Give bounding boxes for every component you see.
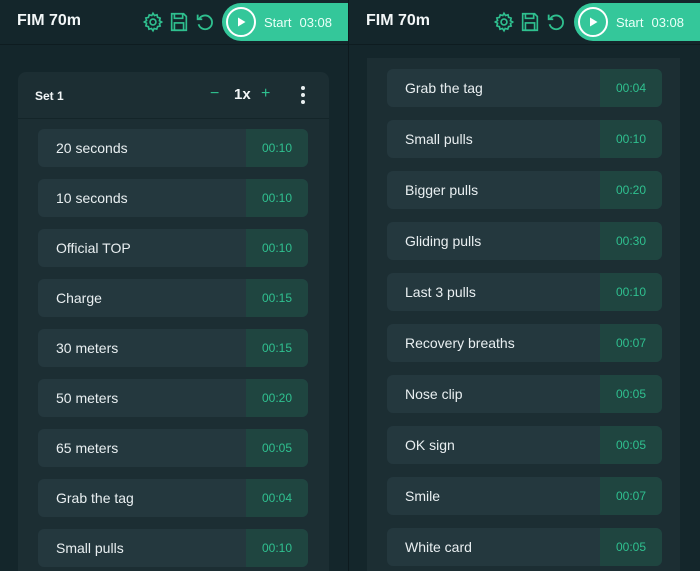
step-row[interactable]: 10 seconds 00:10	[38, 179, 308, 217]
step-name: 65 meters	[56, 440, 119, 456]
step-row[interactable]: Gliding pulls 00:30	[387, 222, 662, 260]
reset-icon[interactable]	[194, 11, 216, 33]
step-row[interactable]: 50 meters 00:20	[38, 379, 308, 417]
step-duration[interactable]: 00:04	[246, 479, 308, 517]
start-button[interactable]: Start 03:08	[222, 3, 348, 41]
decrease-repeat-button[interactable]: −	[210, 86, 219, 102]
total-duration: 03:08	[651, 14, 685, 30]
step-row[interactable]: Small pulls 00:10	[38, 529, 308, 567]
step-duration[interactable]: 00:10	[246, 529, 308, 567]
step-duration[interactable]: 00:05	[600, 528, 662, 566]
right-panel: FIM 70m Start 03:08 Grab the tag 00:04 S…	[348, 0, 700, 571]
step-row[interactable]: White card 00:05	[387, 528, 662, 566]
step-duration[interactable]: 00:20	[246, 379, 308, 417]
step-row[interactable]: Bigger pulls 00:20	[387, 171, 662, 209]
top-bar: FIM 70m Start 03:08	[0, 0, 348, 45]
step-name: Bigger pulls	[405, 182, 479, 198]
step-duration[interactable]: 00:10	[600, 273, 662, 311]
step-duration[interactable]: 00:07	[600, 324, 662, 362]
set-title: Set 1	[35, 89, 64, 103]
more-vertical-icon[interactable]	[300, 86, 306, 106]
step-row[interactable]: Last 3 pulls 00:10	[387, 273, 662, 311]
settings-gear-icon[interactable]	[142, 11, 164, 33]
step-row[interactable]: Nose clip 00:05	[387, 375, 662, 413]
step-row[interactable]: Grab the tag 00:04	[38, 479, 308, 517]
step-name: 20 seconds	[56, 140, 128, 156]
step-name: Official TOP	[56, 240, 131, 256]
step-duration[interactable]: 00:05	[600, 375, 662, 413]
step-name: Nose clip	[405, 386, 463, 402]
repeat-count: 1x	[234, 86, 251, 103]
step-name: Charge	[56, 290, 102, 306]
step-duration[interactable]: 00:10	[246, 179, 308, 217]
step-name: Gliding pulls	[405, 233, 482, 249]
step-name: Grab the tag	[56, 490, 134, 506]
step-row[interactable]: Smile 00:07	[387, 477, 662, 515]
total-duration: 03:08	[299, 14, 333, 30]
reset-icon[interactable]	[545, 11, 567, 33]
step-row[interactable]: Recovery breaths 00:07	[387, 324, 662, 362]
start-label: Start	[264, 14, 292, 30]
top-bar: FIM 70m Start 03:08	[349, 0, 700, 45]
start-label: Start	[616, 14, 644, 30]
step-name: OK sign	[405, 437, 455, 453]
save-floppy-icon[interactable]	[519, 11, 541, 33]
step-name: Smile	[405, 488, 441, 504]
step-name: Grab the tag	[405, 80, 483, 96]
step-duration[interactable]: 00:10	[600, 120, 662, 158]
step-duration[interactable]: 00:10	[246, 129, 308, 167]
step-duration[interactable]: 00:05	[246, 429, 308, 467]
step-name: Recovery breaths	[405, 335, 515, 351]
step-row[interactable]: 20 seconds 00:10	[38, 129, 308, 167]
step-row[interactable]: Small pulls 00:10	[387, 120, 662, 158]
step-duration[interactable]: 00:30	[600, 222, 662, 260]
increase-repeat-button[interactable]: +	[261, 86, 270, 102]
step-duration[interactable]: 00:07	[600, 477, 662, 515]
step-row[interactable]: Official TOP 00:10	[38, 229, 308, 267]
left-panel: FIM 70m Start 03:08 Set 1 − 1x + 20 seco…	[0, 0, 348, 571]
step-row[interactable]: Grab the tag 00:04	[387, 69, 662, 107]
step-name: 10 seconds	[56, 190, 128, 206]
step-row[interactable]: 30 meters 00:15	[38, 329, 308, 367]
step-name: Small pulls	[56, 540, 124, 556]
step-duration[interactable]: 00:05	[600, 426, 662, 464]
step-duration[interactable]: 00:04	[600, 69, 662, 107]
save-floppy-icon[interactable]	[168, 11, 190, 33]
step-duration[interactable]: 00:15	[246, 329, 308, 367]
step-row[interactable]: Charge 00:15	[38, 279, 308, 317]
step-duration[interactable]: 00:10	[246, 229, 308, 267]
step-name: 30 meters	[56, 340, 119, 356]
step-duration[interactable]: 00:15	[246, 279, 308, 317]
play-icon	[226, 7, 256, 37]
workout-title: FIM 70m	[366, 12, 431, 29]
step-name: Last 3 pulls	[405, 284, 476, 300]
step-duration[interactable]: 00:20	[600, 171, 662, 209]
step-name: White card	[405, 539, 472, 555]
play-icon	[578, 7, 608, 37]
step-row[interactable]: OK sign 00:05	[387, 426, 662, 464]
step-name: 50 meters	[56, 390, 119, 406]
settings-gear-icon[interactable]	[493, 11, 515, 33]
workout-title: FIM 70m	[17, 12, 82, 29]
start-button[interactable]: Start 03:08	[574, 3, 700, 41]
step-row[interactable]: 65 meters 00:05	[38, 429, 308, 467]
set-header: Set 1 − 1x +	[18, 72, 329, 119]
step-name: Small pulls	[405, 131, 473, 147]
